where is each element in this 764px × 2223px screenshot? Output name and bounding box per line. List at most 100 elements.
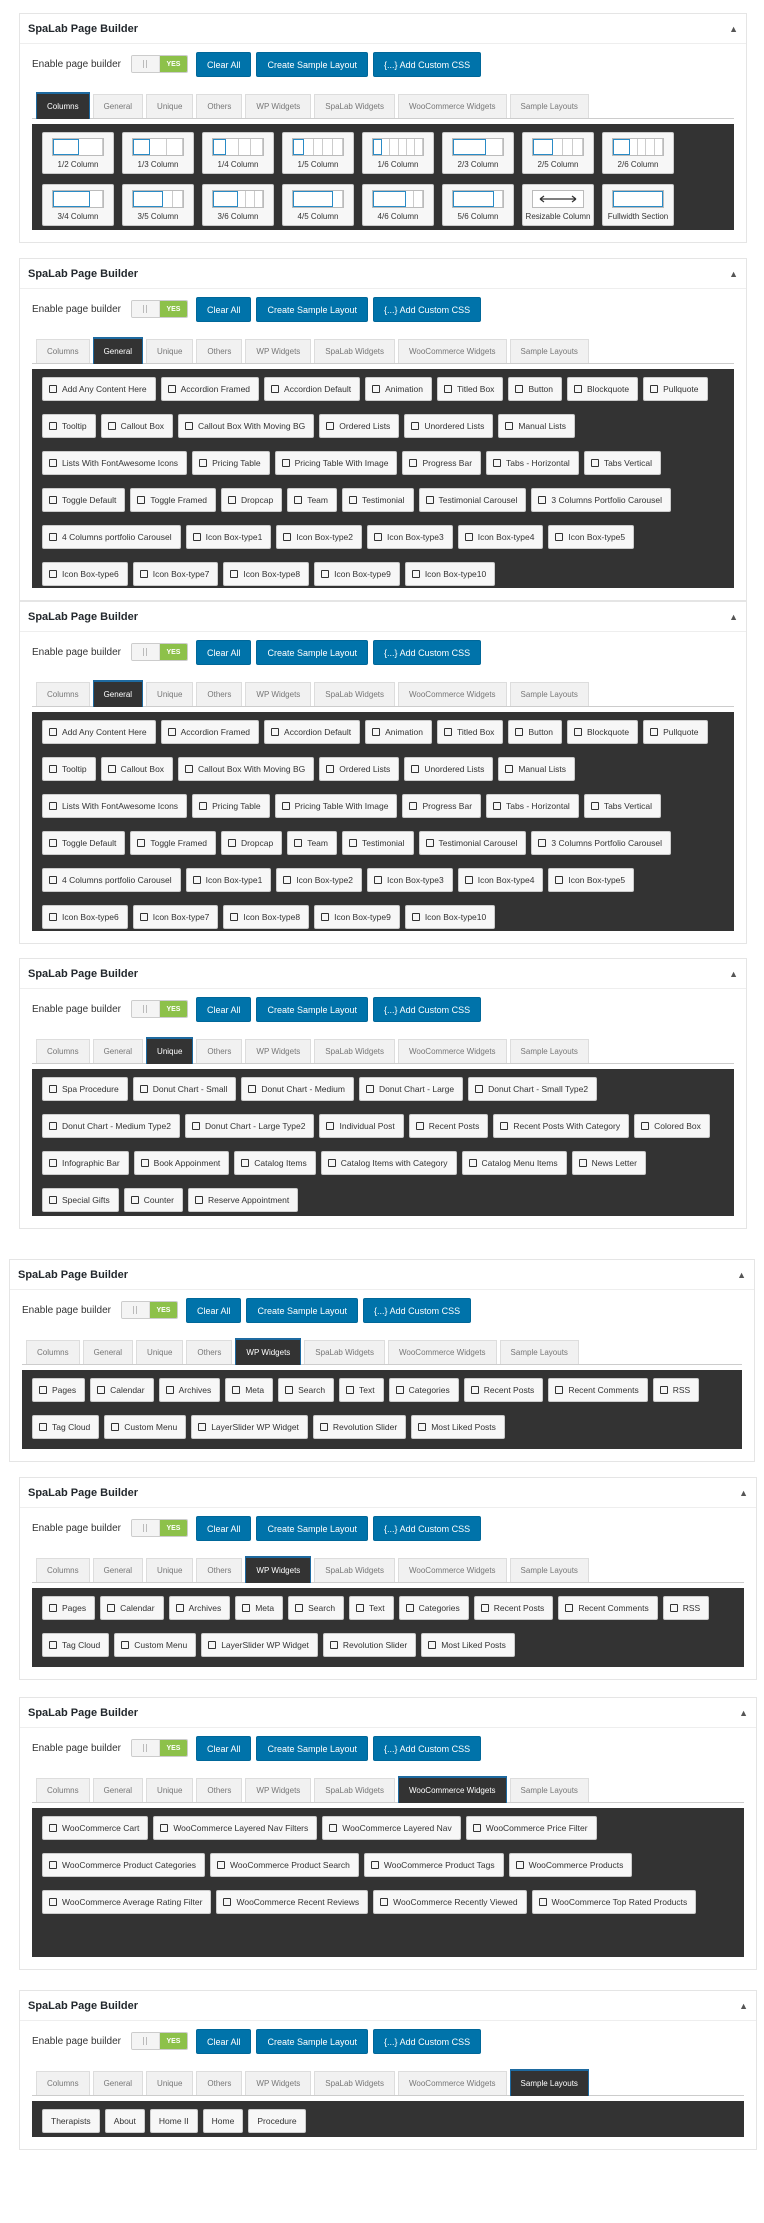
column-layout-1-3-column[interactable]: 1/3 Column: [122, 132, 194, 174]
module-tabs-horizontal[interactable]: Tabs - Horizontal: [486, 794, 579, 818]
tab-general[interactable]: General: [92, 1039, 144, 1063]
module-woocommerce-average-rating-filter[interactable]: WooCommerce Average Rating Filter: [42, 1890, 212, 1914]
module-pricing-table-with-image[interactable]: Pricing Table With Image: [274, 451, 398, 475]
module-manual-lists[interactable]: Manual Lists: [498, 757, 576, 781]
create-sample-layout-button[interactable]: Create Sample Layout: [256, 1515, 369, 1541]
tab-wp-widgets[interactable]: WP Widgets: [245, 1039, 312, 1063]
module-layerslider-wp-widget[interactable]: LayerSlider WP Widget: [191, 1415, 308, 1439]
create-sample-layout-button[interactable]: Create Sample Layout: [246, 1297, 359, 1323]
tab-unique[interactable]: Unique: [146, 94, 194, 118]
module-icon-box-type1[interactable]: Icon Box-type1: [185, 525, 272, 549]
module-text[interactable]: Text: [349, 1596, 394, 1620]
module-testimonial-carousel[interactable]: Testimonial Carousel: [418, 831, 527, 855]
column-layout-1-5-column[interactable]: 1/5 Column: [282, 132, 354, 174]
collapse-arrow-icon[interactable]: ▲: [729, 269, 738, 279]
tab-wp-widgets[interactable]: WP Widgets: [245, 682, 312, 706]
module-pricing-table[interactable]: Pricing Table: [192, 451, 270, 475]
tab-columns[interactable]: Columns: [36, 1558, 90, 1582]
clear-all-button[interactable]: Clear All: [195, 2028, 252, 2054]
module-ordered-lists[interactable]: Ordered Lists: [319, 757, 400, 781]
module-lists-with-fontawesome-icons[interactable]: Lists With FontAwesome Icons: [42, 451, 188, 475]
tab-unique[interactable]: Unique: [146, 1558, 194, 1582]
module-tabs-vertical[interactable]: Tabs Vertical: [583, 794, 662, 818]
module-lists-with-fontawesome-icons[interactable]: Lists With FontAwesome Icons: [42, 794, 188, 818]
module-tooltip[interactable]: Tooltip: [42, 414, 96, 438]
module-blockquote[interactable]: Blockquote: [567, 377, 639, 401]
tab-unique[interactable]: Unique: [146, 1778, 194, 1802]
module-home-ii[interactable]: Home II: [149, 2109, 198, 2133]
module-manual-lists[interactable]: Manual Lists: [498, 414, 576, 438]
tab-wp-widgets[interactable]: WP Widgets: [235, 1338, 302, 1365]
module-recent-comments[interactable]: Recent Comments: [558, 1596, 658, 1620]
module-search[interactable]: Search: [278, 1378, 335, 1402]
module-tag-cloud[interactable]: Tag Cloud: [32, 1415, 100, 1439]
tab-others[interactable]: Others: [196, 682, 243, 706]
tab-general[interactable]: General: [92, 337, 144, 364]
module-pullquote[interactable]: Pullquote: [643, 377, 708, 401]
module-4-columns-portfolio-carousel[interactable]: 4 Columns portfolio Carousel: [42, 525, 181, 549]
module-colored-box[interactable]: Colored Box: [634, 1114, 710, 1138]
module-team[interactable]: Team: [287, 488, 337, 512]
module-add-any-content-here[interactable]: Add Any Content Here: [42, 720, 156, 744]
tab-others[interactable]: Others: [196, 339, 243, 363]
column-layout-2-5-column[interactable]: 2/5 Column: [522, 132, 594, 174]
tab-unique[interactable]: Unique: [146, 339, 194, 363]
collapse-arrow-icon[interactable]: ▲: [729, 24, 738, 34]
tab-spalab-widgets[interactable]: SpaLab Widgets: [314, 2071, 395, 2095]
module-donut-chart-medium[interactable]: Donut Chart - Medium: [241, 1077, 354, 1101]
module-icon-box-type2[interactable]: Icon Box-type2: [276, 525, 363, 549]
module-accordion-framed[interactable]: Accordion Framed: [160, 377, 260, 401]
module-text[interactable]: Text: [339, 1378, 384, 1402]
module-custom-menu[interactable]: Custom Menu: [114, 1633, 197, 1657]
tab-wp-widgets[interactable]: WP Widgets: [245, 94, 312, 118]
tab-wp-widgets[interactable]: WP Widgets: [245, 339, 312, 363]
tab-unique[interactable]: Unique: [146, 1037, 194, 1064]
module-meta[interactable]: Meta: [235, 1596, 284, 1620]
module-woocommerce-product-categories[interactable]: WooCommerce Product Categories: [42, 1853, 206, 1877]
tab-columns[interactable]: Columns: [36, 339, 90, 363]
module-callout-box-with-moving-bg[interactable]: Callout Box With Moving BG: [178, 414, 315, 438]
tab-spalab-widgets[interactable]: SpaLab Widgets: [314, 682, 395, 706]
module-button[interactable]: Button: [508, 720, 563, 744]
module-callout-box[interactable]: Callout Box: [100, 757, 174, 781]
module-testimonial-carousel[interactable]: Testimonial Carousel: [418, 488, 527, 512]
tab-woocommerce-widgets[interactable]: WooCommerce Widgets: [398, 1776, 507, 1803]
module-woocommerce-recently-viewed[interactable]: WooCommerce Recently Viewed: [373, 1890, 527, 1914]
column-layout-3-4-column[interactable]: 3/4 Column: [42, 184, 114, 226]
module-progress-bar[interactable]: Progress Bar: [402, 451, 482, 475]
tab-general[interactable]: General: [92, 680, 144, 707]
module-testimonial[interactable]: Testimonial: [341, 488, 414, 512]
module-layerslider-wp-widget[interactable]: LayerSlider WP Widget: [201, 1633, 318, 1657]
module-donut-chart-medium-type2[interactable]: Donut Chart - Medium Type2: [42, 1114, 180, 1138]
tab-woocommerce-widgets[interactable]: WooCommerce Widgets: [398, 94, 507, 118]
module-recent-posts[interactable]: Recent Posts: [463, 1378, 544, 1402]
module-icon-box-type6[interactable]: Icon Box-type6: [42, 905, 128, 929]
tab-columns[interactable]: Columns: [36, 1778, 90, 1802]
tab-columns[interactable]: Columns: [36, 92, 90, 119]
module-dropcap[interactable]: Dropcap: [221, 488, 283, 512]
module-catalog-menu-items[interactable]: Catalog Menu Items: [461, 1151, 567, 1175]
module-blockquote[interactable]: Blockquote: [567, 720, 639, 744]
module-icon-box-type7[interactable]: Icon Box-type7: [132, 562, 219, 586]
column-layout-5-6-column[interactable]: 5/6 Column: [442, 184, 514, 226]
module-woocommerce-product-search[interactable]: WooCommerce Product Search: [210, 1853, 359, 1877]
module-icon-box-type2[interactable]: Icon Box-type2: [276, 868, 363, 892]
tab-spalab-widgets[interactable]: SpaLab Widgets: [314, 94, 395, 118]
module-woocommerce-product-tags[interactable]: WooCommerce Product Tags: [363, 1853, 504, 1877]
module-tabs-vertical[interactable]: Tabs Vertical: [583, 451, 662, 475]
clear-all-button[interactable]: Clear All: [185, 1297, 242, 1323]
module-catalog-items-with-category[interactable]: Catalog Items with Category: [320, 1151, 457, 1175]
module-pricing-table-with-image[interactable]: Pricing Table With Image: [274, 794, 398, 818]
module-reserve-appointment[interactable]: Reserve Appointment: [187, 1188, 299, 1212]
add-custom-css-button[interactable]: {...} Add Custom CSS: [373, 1735, 482, 1761]
module-icon-box-type5[interactable]: Icon Box-type5: [548, 525, 635, 549]
module-special-gifts[interactable]: Special Gifts: [42, 1188, 119, 1212]
add-custom-css-button[interactable]: {...} Add Custom CSS: [373, 51, 482, 77]
tab-columns[interactable]: Columns: [26, 1340, 80, 1364]
module-most-liked-posts[interactable]: Most Liked Posts: [411, 1415, 505, 1439]
module-recent-posts[interactable]: Recent Posts: [473, 1596, 554, 1620]
module-custom-menu[interactable]: Custom Menu: [104, 1415, 187, 1439]
add-custom-css-button[interactable]: {...} Add Custom CSS: [373, 996, 482, 1022]
tab-woocommerce-widgets[interactable]: WooCommerce Widgets: [398, 682, 507, 706]
module-icon-box-type8[interactable]: Icon Box-type8: [223, 905, 310, 929]
